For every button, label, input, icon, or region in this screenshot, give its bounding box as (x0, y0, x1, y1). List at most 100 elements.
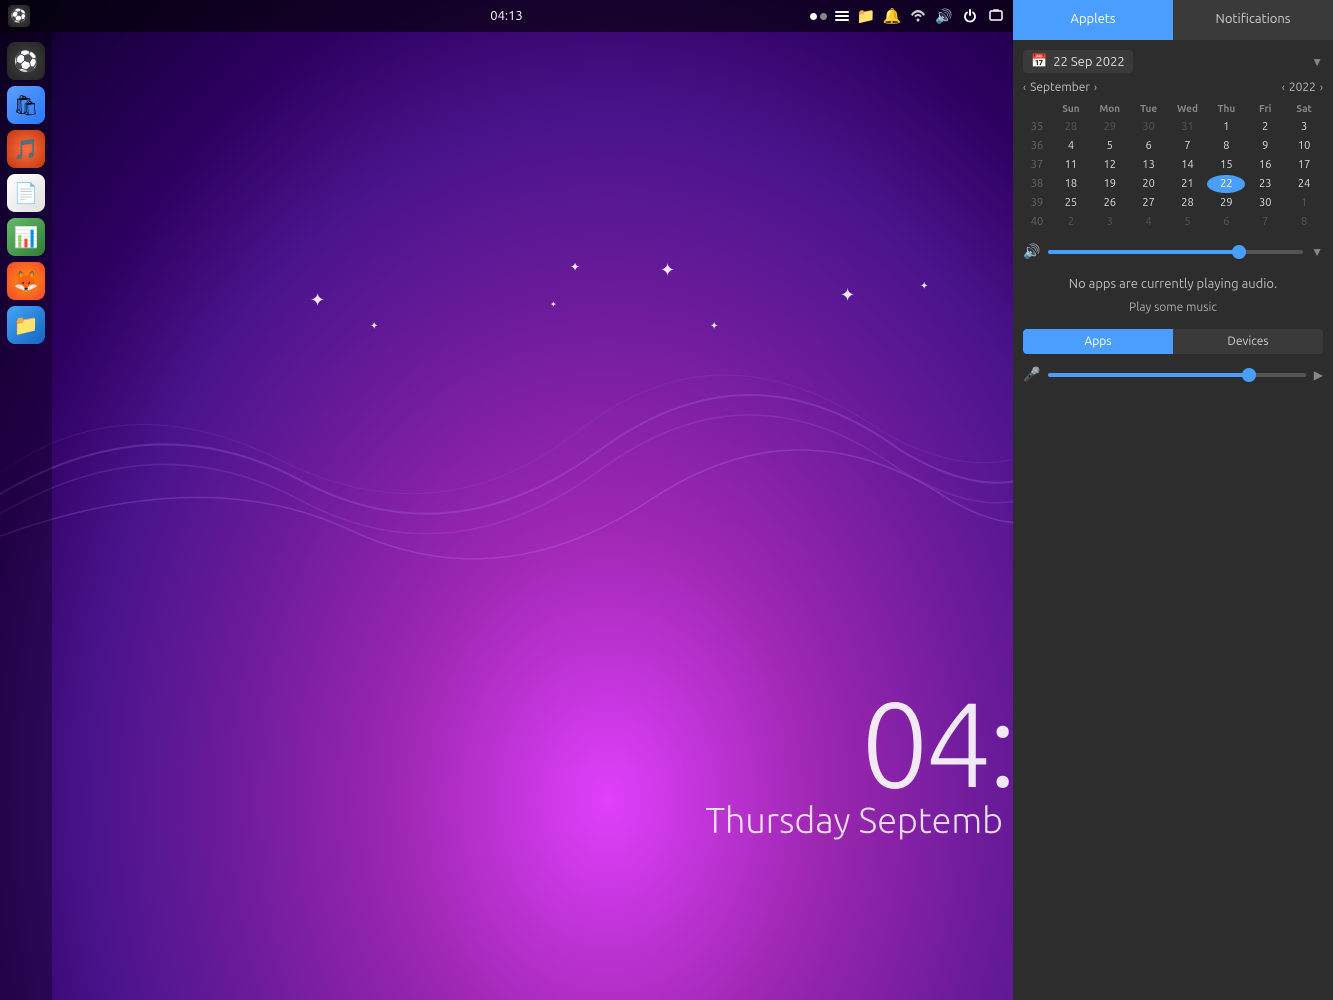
screenshot-icon[interactable] (987, 7, 1005, 25)
cal-day[interactable]: 1 (1207, 118, 1245, 136)
cal-day[interactable]: 9 (1246, 137, 1284, 155)
volume-expand-arrow[interactable]: ▼ (1311, 245, 1323, 259)
cal-day[interactable]: 6 (1207, 213, 1245, 231)
cal-day[interactable]: 7 (1246, 213, 1284, 231)
cal-day[interactable]: 3 (1285, 118, 1323, 136)
cal-day[interactable]: 2 (1246, 118, 1284, 136)
audio-tab-apps[interactable]: Apps (1023, 329, 1173, 354)
week-header (1023, 100, 1051, 117)
cal-day[interactable]: 10 (1285, 137, 1323, 155)
audio-tabs: Apps Devices (1023, 329, 1323, 354)
cal-day[interactable]: 4 (1130, 213, 1168, 231)
cal-day[interactable]: 26 (1091, 194, 1129, 212)
dock-item-firefox[interactable]: 🦊 (7, 262, 45, 300)
network-icon[interactable] (909, 7, 927, 25)
mic-slider[interactable] (1048, 373, 1305, 377)
cal-day[interactable]: 27 (1130, 194, 1168, 212)
cal-day[interactable]: 23 (1246, 175, 1284, 193)
calendar-week-40: 40 2 3 4 5 6 7 8 (1023, 213, 1323, 231)
next-year-arrow[interactable]: › (1320, 82, 1323, 94)
calendar-date-display[interactable]: 📅 22 Sep 2022 (1023, 50, 1133, 73)
week-num-40: 40 (1023, 213, 1051, 231)
cal-day[interactable]: 16 (1246, 156, 1284, 174)
cal-day-today[interactable]: 22 (1207, 175, 1245, 193)
mic-thumb[interactable] (1242, 368, 1256, 382)
day-header-wed: Wed (1169, 100, 1207, 117)
cal-day[interactable]: 18 (1052, 175, 1090, 193)
cal-day[interactable]: 4 (1052, 137, 1090, 155)
dock-item-soccer[interactable]: ⚽ (7, 42, 45, 80)
cal-day[interactable]: 7 (1169, 137, 1207, 155)
cal-day[interactable]: 24 (1285, 175, 1323, 193)
calendar-grid: Sun Mon Tue Wed Thu Fri Sat 35 28 29 30 … (1023, 100, 1323, 231)
cal-day[interactable]: 8 (1207, 137, 1245, 155)
tab-applets[interactable]: Applets (1013, 0, 1173, 40)
microphone-control: 🎤 ▶ (1023, 366, 1323, 383)
sparkle: ✦ (840, 285, 855, 306)
calendar-nav: ‹ September › ‹ 2022 › (1023, 81, 1323, 94)
dock-item-document[interactable]: 📄 (7, 174, 45, 212)
dock-item-vinyl[interactable]: 🎵 (7, 130, 45, 168)
taskbar-app-icon[interactable]: ⚽ (8, 5, 30, 27)
cal-day[interactable]: 2 (1052, 213, 1090, 231)
day-header-sat: Sat (1285, 100, 1323, 117)
cal-day[interactable]: 28 (1052, 118, 1090, 136)
cal-day[interactable]: 29 (1091, 118, 1129, 136)
taskbar-left: ⚽ (8, 5, 30, 27)
cal-day[interactable]: 25 (1052, 194, 1090, 212)
bell-icon[interactable]: 🔔 (883, 7, 901, 25)
calendar-week-39: 39 25 26 27 28 29 30 1 (1023, 194, 1323, 212)
cal-day[interactable]: 11 (1052, 156, 1090, 174)
cal-day[interactable]: 12 (1091, 156, 1129, 174)
cal-day[interactable]: 14 (1169, 156, 1207, 174)
day-header-fri: Fri (1246, 100, 1284, 117)
calendar-month-nav[interactable]: ‹ September › (1023, 81, 1097, 94)
mic-expand-arrow[interactable]: ▶ (1314, 368, 1323, 382)
cal-day[interactable]: 20 (1130, 175, 1168, 193)
dock-item-spreadsheet[interactable]: 📊 (7, 218, 45, 256)
prev-month-arrow[interactable]: ‹ (1023, 82, 1026, 94)
cal-day[interactable]: 1 (1285, 194, 1323, 212)
mic-fill (1048, 373, 1249, 377)
next-month-arrow[interactable]: › (1094, 82, 1097, 94)
play-music-link[interactable]: Play some music (1023, 301, 1323, 314)
sparkle: ✦ (660, 260, 675, 281)
menu-icon[interactable] (835, 11, 849, 21)
cal-day[interactable]: 30 (1130, 118, 1168, 136)
calendar-dropdown-arrow[interactable]: ▼ (1311, 55, 1323, 69)
cal-day[interactable]: 19 (1091, 175, 1129, 193)
folder-icon[interactable]: 📁 (857, 7, 875, 25)
prev-year-arrow[interactable]: ‹ (1282, 82, 1285, 94)
audio-tab-devices[interactable]: Devices (1173, 329, 1323, 354)
cal-day[interactable]: 17 (1285, 156, 1323, 174)
cal-day[interactable]: 30 (1246, 194, 1284, 212)
calendar-header: 📅 22 Sep 2022 ▼ (1023, 50, 1323, 73)
right-panel: Applets Notifications 📅 22 Sep 2022 ▼ ‹ … (1013, 0, 1333, 1000)
week-num-37: 37 (1023, 156, 1051, 174)
dock-item-bag[interactable]: 🛍 (7, 86, 45, 124)
dot-2 (820, 13, 827, 20)
cal-day[interactable]: 15 (1207, 156, 1245, 174)
volume-thumb[interactable] (1232, 245, 1246, 259)
cal-day[interactable]: 21 (1169, 175, 1207, 193)
dock-item-files[interactable]: 📁 (7, 306, 45, 344)
sparkle: ✦ (310, 290, 325, 311)
cal-day[interactable]: 31 (1169, 118, 1207, 136)
volume-icon[interactable]: 🔊 (935, 7, 953, 25)
taskbar: ⚽ 04:13 📁 🔔 🔊 (0, 0, 1013, 32)
cal-day[interactable]: 5 (1091, 137, 1129, 155)
power-icon[interactable] (961, 7, 979, 25)
calendar-month-label: September (1030, 81, 1090, 94)
cal-day[interactable]: 29 (1207, 194, 1245, 212)
cal-day[interactable]: 13 (1130, 156, 1168, 174)
calendar-year-nav[interactable]: ‹ 2022 › (1282, 81, 1323, 94)
calendar-header-row: Sun Mon Tue Wed Thu Fri Sat (1023, 100, 1323, 117)
cal-day[interactable]: 8 (1285, 213, 1323, 231)
cal-day[interactable]: 5 (1169, 213, 1207, 231)
taskbar-clock: 04:13 (490, 9, 523, 23)
volume-slider[interactable] (1048, 250, 1303, 254)
tab-notifications[interactable]: Notifications (1173, 0, 1333, 40)
cal-day[interactable]: 6 (1130, 137, 1168, 155)
cal-day[interactable]: 3 (1091, 213, 1129, 231)
cal-day[interactable]: 28 (1169, 194, 1207, 212)
